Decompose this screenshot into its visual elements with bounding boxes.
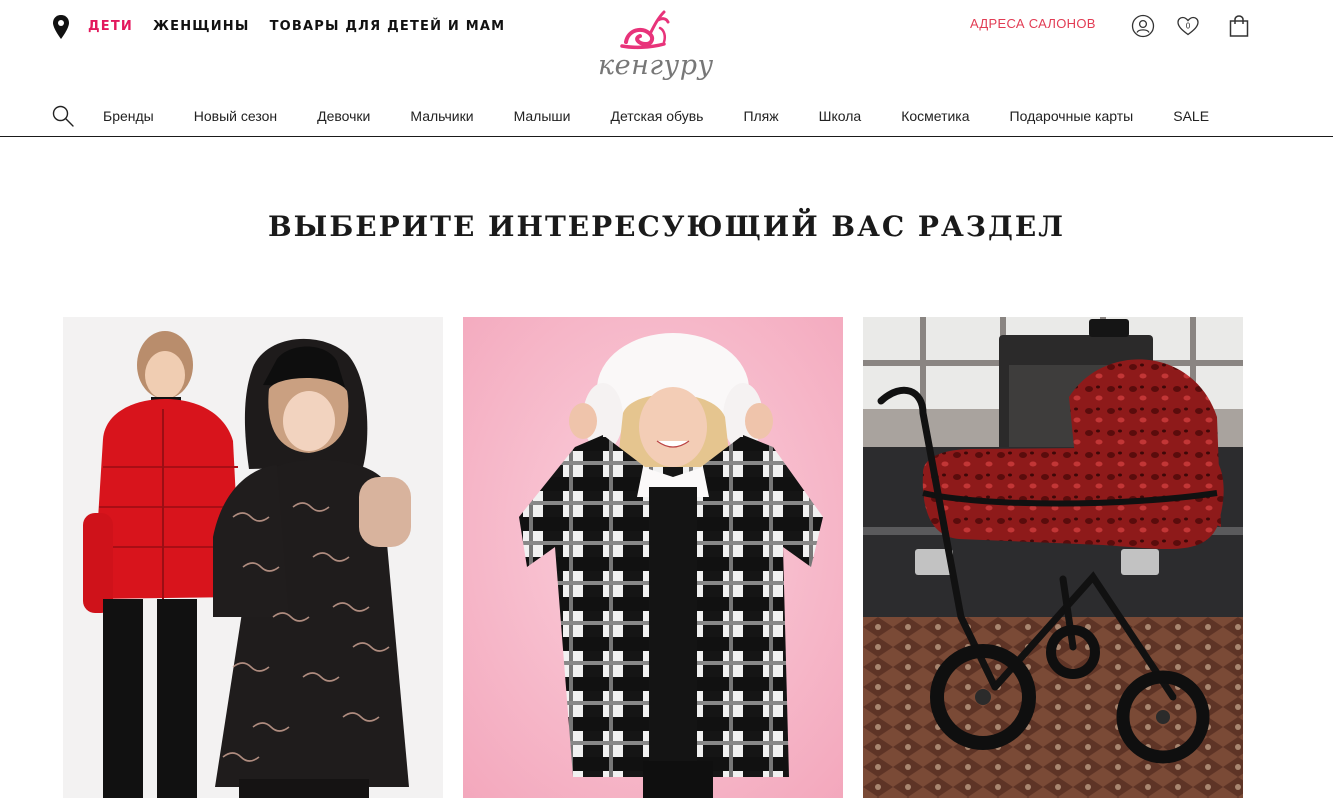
- nav-new-season[interactable]: Новый сезон: [194, 108, 277, 124]
- logo-text: кенгуру: [598, 50, 714, 81]
- nav-girls[interactable]: Девочки: [317, 108, 370, 124]
- heart-icon[interactable]: 0: [1176, 14, 1200, 38]
- nav-cosmetics[interactable]: Косметика: [901, 108, 969, 124]
- section-card-kids[interactable]: [63, 317, 443, 798]
- main-nav: Бренды Новый сезон Девочки Мальчики Малы…: [0, 96, 1333, 137]
- section-switcher: ДЕТИ ЖЕНЩИНЫ ТОВАРЫ ДЛЯ ДЕТЕЙ И МАМ: [88, 19, 505, 34]
- favorites-count: 0: [1186, 22, 1191, 31]
- section-moms-link[interactable]: ТОВАРЫ ДЛЯ ДЕТЕЙ И МАМ: [270, 19, 506, 34]
- nav-sale[interactable]: SALE: [1173, 108, 1209, 124]
- nav-school[interactable]: Школа: [819, 108, 862, 124]
- nav-gift-cards[interactable]: Подарочные карты: [1010, 108, 1134, 124]
- site-logo[interactable]: кенгуру: [598, 8, 714, 81]
- category-menu: Бренды Новый сезон Девочки Мальчики Малы…: [103, 108, 1209, 124]
- nav-babies[interactable]: Малыши: [514, 108, 571, 124]
- stroller-photo: [863, 317, 1243, 798]
- bag-icon[interactable]: [1227, 14, 1251, 38]
- section-card-women[interactable]: [463, 317, 843, 798]
- salons-link[interactable]: АДРЕСА САЛОНОВ: [970, 16, 1096, 31]
- search-icon[interactable]: [51, 104, 75, 128]
- user-icon[interactable]: [1131, 14, 1155, 38]
- nav-brands[interactable]: Бренды: [103, 108, 154, 124]
- nav-kids-shoes[interactable]: Детская обувь: [610, 108, 703, 124]
- section-card-goods[interactable]: [863, 317, 1243, 798]
- women-photo: [463, 317, 843, 798]
- page-title: ВЫБЕРИТЕ ИНТЕРЕСУЮЩИЙ ВАС РАЗДЕЛ: [268, 210, 1065, 243]
- section-kids-link[interactable]: ДЕТИ: [88, 19, 133, 34]
- nav-boys[interactable]: Мальчики: [410, 108, 473, 124]
- map-pin-icon[interactable]: [52, 15, 70, 39]
- section-women-link[interactable]: ЖЕНЩИНЫ: [153, 19, 250, 34]
- top-bar: ДЕТИ ЖЕНЩИНЫ ТОВАРЫ ДЛЯ ДЕТЕЙ И МАМ кенг…: [0, 0, 1333, 96]
- kids-photo: [63, 317, 443, 798]
- nav-beach[interactable]: Пляж: [743, 108, 778, 124]
